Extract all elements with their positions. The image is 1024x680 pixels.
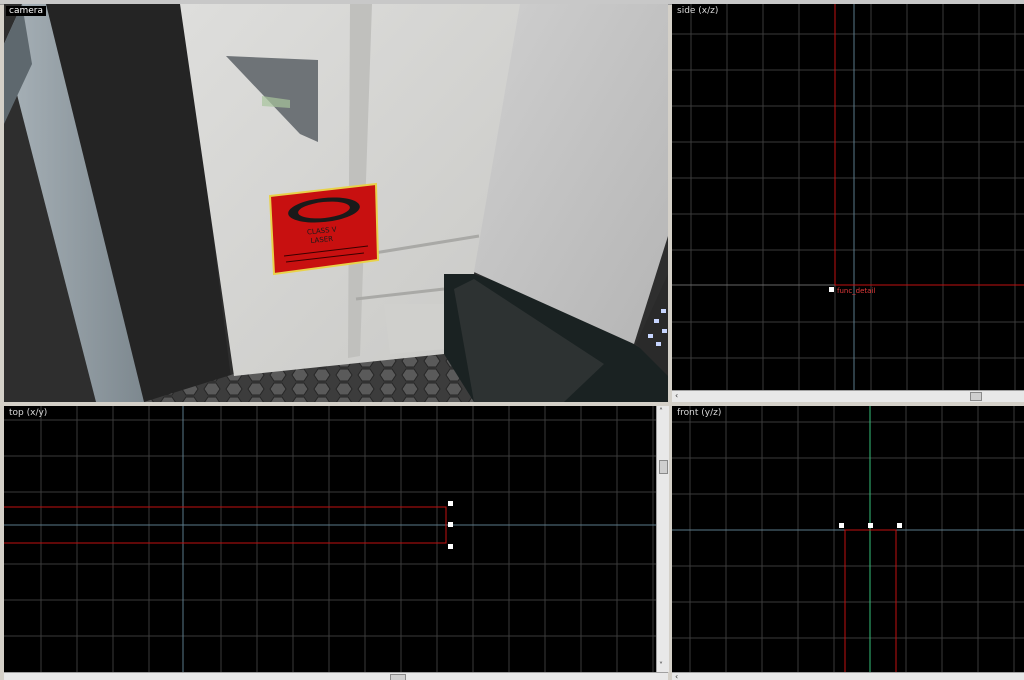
top-scrollbar-v[interactable]: ˄ ˅: [656, 406, 669, 672]
front-viewport-label[interactable]: front (y/z): [674, 408, 724, 418]
hammer-editor-window: camera CLASS V LASER side (x/z) func_det…: [0, 0, 1024, 680]
side-entity-label: func_detail: [837, 287, 876, 295]
scroll-up-icon[interactable]: ˄: [659, 408, 663, 416]
top-scrollbar-h[interactable]: [4, 672, 668, 680]
top-handle-1: [448, 501, 453, 506]
side-viewport[interactable]: side (x/z) func_detail: [672, 4, 1024, 390]
scroll-down-icon[interactable]: ˅: [659, 662, 663, 670]
top-viewport-label[interactable]: top (x/y): [6, 408, 50, 418]
top-grid: [4, 406, 656, 672]
top-handle-3: [448, 544, 453, 549]
front-handle-1: [839, 523, 844, 528]
front-handle-2: [868, 523, 873, 528]
front-viewport[interactable]: front (y/z): [672, 406, 1024, 672]
scroll-left-icon[interactable]: ‹: [675, 392, 678, 400]
top-handle-2: [448, 522, 453, 527]
side-viewport-label[interactable]: side (x/z): [674, 6, 721, 16]
camera-viewport[interactable]: camera CLASS V LASER: [4, 4, 668, 402]
front-handle-3: [897, 523, 902, 528]
top-viewport[interactable]: top (x/y): [4, 406, 656, 672]
side-grid: [672, 4, 1024, 390]
camera-viewport-label[interactable]: camera: [6, 6, 46, 16]
scroll-thumb[interactable]: [970, 392, 982, 401]
scroll-left-icon[interactable]: ‹: [675, 673, 678, 680]
scroll-thumb-h[interactable]: [390, 674, 406, 680]
side-scrollbar-h[interactable]: ‹: [672, 390, 1024, 402]
camera-scene: CLASS V LASER: [4, 4, 668, 402]
front-scrollbar-h[interactable]: ‹: [672, 672, 1024, 680]
front-grid: [672, 406, 1024, 672]
side-handle: [829, 287, 834, 292]
scroll-thumb-v[interactable]: [659, 460, 668, 474]
